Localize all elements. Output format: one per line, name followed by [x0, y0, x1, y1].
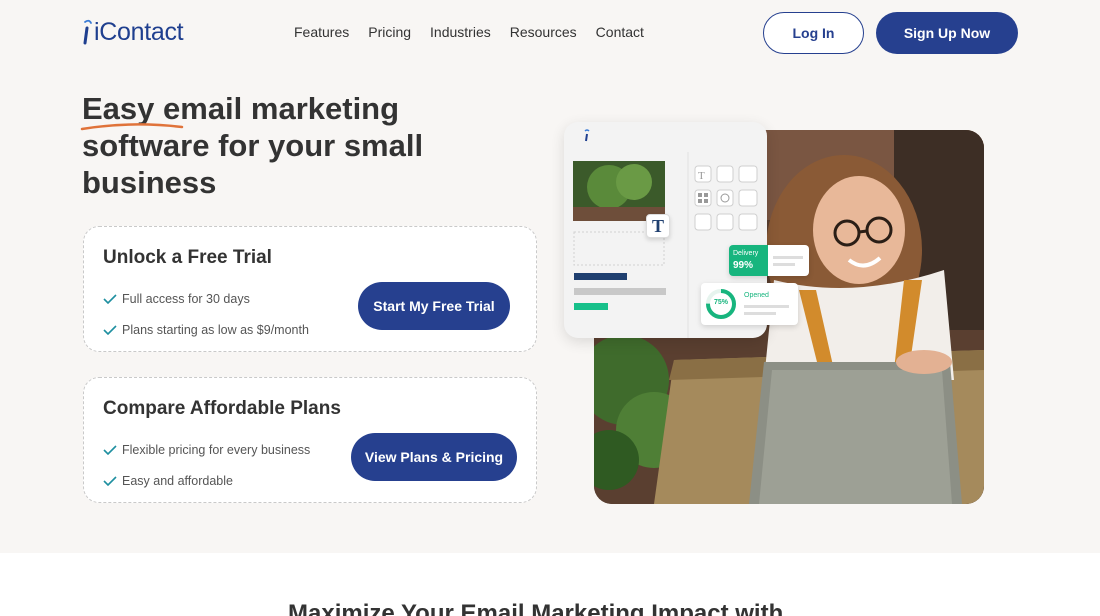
svg-text:T: T [698, 170, 705, 182]
delivery-value: 99% [733, 260, 754, 271]
site-header: iContact Features Pricing Industries Res… [0, 0, 1100, 66]
list-item: Flexible pricing for every business [103, 434, 310, 465]
list-item: Full access for 30 days [103, 283, 309, 314]
list-item: Plans starting as low as $9/month [103, 314, 309, 345]
start-free-trial-button[interactable]: Start My Free Trial [358, 282, 510, 330]
nav-item-features[interactable]: Features [294, 24, 349, 40]
title-underline-decoration [80, 123, 184, 131]
delivery-stat-block: Delivery 99% [729, 245, 768, 276]
delivery-stat-badge: Delivery 99% [729, 245, 809, 276]
login-button[interactable]: Log In [763, 12, 864, 54]
compare-plans-card: Compare Affordable Plans Flexible pricin… [83, 377, 537, 503]
nav-item-pricing[interactable]: Pricing [368, 24, 411, 40]
feature-text: Full access for 30 days [122, 291, 250, 306]
compare-plans-card-title: Compare Affordable Plans [103, 398, 341, 419]
nav-item-resources[interactable]: Resources [510, 24, 577, 40]
signup-button[interactable]: Sign Up Now [876, 12, 1018, 54]
compare-plans-feature-list: Flexible pricing for every business Easy… [103, 434, 310, 496]
logo-mark-icon [82, 18, 94, 46]
check-icon [103, 475, 117, 486]
view-plans-pricing-button[interactable]: View Plans & Pricing [351, 433, 517, 481]
nav-item-industries[interactable]: Industries [430, 24, 491, 40]
check-icon [103, 293, 117, 304]
free-trial-card: Unlock a Free Trial Full access for 30 d… [83, 226, 537, 352]
text-tool-icon: T [646, 214, 670, 238]
check-icon [103, 324, 117, 335]
feature-text: Easy and affordable [122, 473, 233, 488]
section-heading: Maximize Your Email Marketing Impact wit… [288, 600, 784, 616]
delivery-label: Delivery [733, 250, 759, 257]
nav-item-contact[interactable]: Contact [596, 24, 644, 40]
main-nav: Features Pricing Industries Resources Co… [294, 24, 644, 40]
opened-stat-badge: 75% Opened [701, 283, 798, 325]
logo-text: iContact [94, 18, 184, 46]
features-section: Maximize Your Email Marketing Impact wit… [0, 553, 1100, 616]
free-trial-card-title: Unlock a Free Trial [103, 247, 272, 268]
free-trial-feature-list: Full access for 30 days Plans starting a… [103, 283, 309, 345]
opened-value: 75% [713, 299, 728, 306]
check-icon [103, 444, 117, 455]
feature-text: Flexible pricing for every business [122, 442, 311, 457]
list-item: Easy and affordable [103, 465, 310, 496]
feature-text: Plans starting as low as $9/month [122, 322, 309, 337]
hero-title: Easy email marketing software for your s… [82, 91, 424, 200]
icontact-logo[interactable]: iContact [82, 18, 184, 46]
opened-label: Opened [744, 292, 769, 299]
